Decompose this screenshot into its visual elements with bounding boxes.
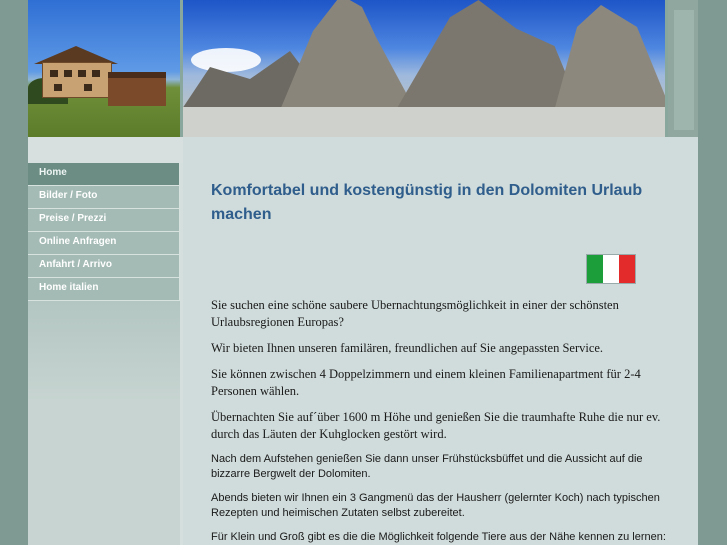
page: Home Bilder / Foto Preise / Prezzi Onlin… bbox=[28, 0, 698, 545]
scree-shape bbox=[183, 107, 665, 137]
nav-item-label: Online Anfragen bbox=[39, 236, 117, 247]
main-nav: Home Bilder / Foto Preise / Prezzi Onlin… bbox=[28, 163, 180, 301]
nav-item-label: Preise / Prezzi bbox=[39, 213, 107, 224]
nav-item-label: Bilder / Foto bbox=[39, 190, 98, 201]
paragraph: Wir bieten Ihnen unseren familären, freu… bbox=[211, 341, 604, 355]
nav-item-label: Home bbox=[39, 167, 67, 178]
chalet-shape bbox=[34, 46, 118, 98]
paragraph: Nach dem Aufstehen genießen Sie dann uns… bbox=[211, 453, 643, 480]
barn-shape bbox=[108, 72, 166, 106]
nav-item-home[interactable]: Home bbox=[28, 163, 180, 186]
nav-item-online-anfragen[interactable]: Online Anfragen bbox=[28, 232, 180, 255]
main-content: Komfortabel und kostengünstig in den Dol… bbox=[183, 137, 698, 545]
content-text: Sie suchen eine schöne saubere Ubernacht… bbox=[211, 297, 681, 545]
header-photo-house bbox=[28, 0, 180, 137]
nav-item-label: Home italien bbox=[39, 282, 99, 293]
paragraph: Für Klein und Groß gibt es die die Mögli… bbox=[211, 531, 666, 543]
nav-item-anfahrt-arrivo[interactable]: Anfahrt / Arrivo bbox=[28, 255, 180, 278]
sidebar-fill bbox=[28, 301, 180, 545]
peak-shape bbox=[393, 0, 583, 115]
cloud-shape bbox=[191, 48, 261, 72]
page-title: Komfortabel und kostengünstig in den Dol… bbox=[211, 182, 643, 223]
italian-flag-icon[interactable] bbox=[586, 254, 636, 284]
header-photo-dolomites bbox=[183, 0, 665, 137]
peak-shape bbox=[553, 5, 665, 115]
paragraph: Übernachten Sie auf´über 1600 m Höhe und… bbox=[211, 410, 661, 441]
nav-item-label: Anfahrt / Arrivo bbox=[39, 259, 112, 270]
nav-item-bilder-foto[interactable]: Bilder / Foto bbox=[28, 186, 180, 209]
header bbox=[28, 0, 698, 137]
sidebar: Home Bilder / Foto Preise / Prezzi Onlin… bbox=[28, 163, 180, 545]
peak-shape bbox=[278, 0, 418, 115]
paragraph: Abends bieten wir Ihnen ein 3 Gangmenü d… bbox=[211, 492, 660, 519]
nav-item-preise-prezzi[interactable]: Preise / Prezzi bbox=[28, 209, 180, 232]
paragraph: Sie können zwischen 4 Doppelzimmern und … bbox=[211, 367, 641, 398]
header-right-panel bbox=[668, 0, 698, 137]
paragraph: Sie suchen eine schöne saubere Ubernacht… bbox=[211, 298, 619, 329]
nav-item-home-italien[interactable]: Home italien bbox=[28, 278, 180, 301]
header-right-inner bbox=[674, 10, 694, 130]
